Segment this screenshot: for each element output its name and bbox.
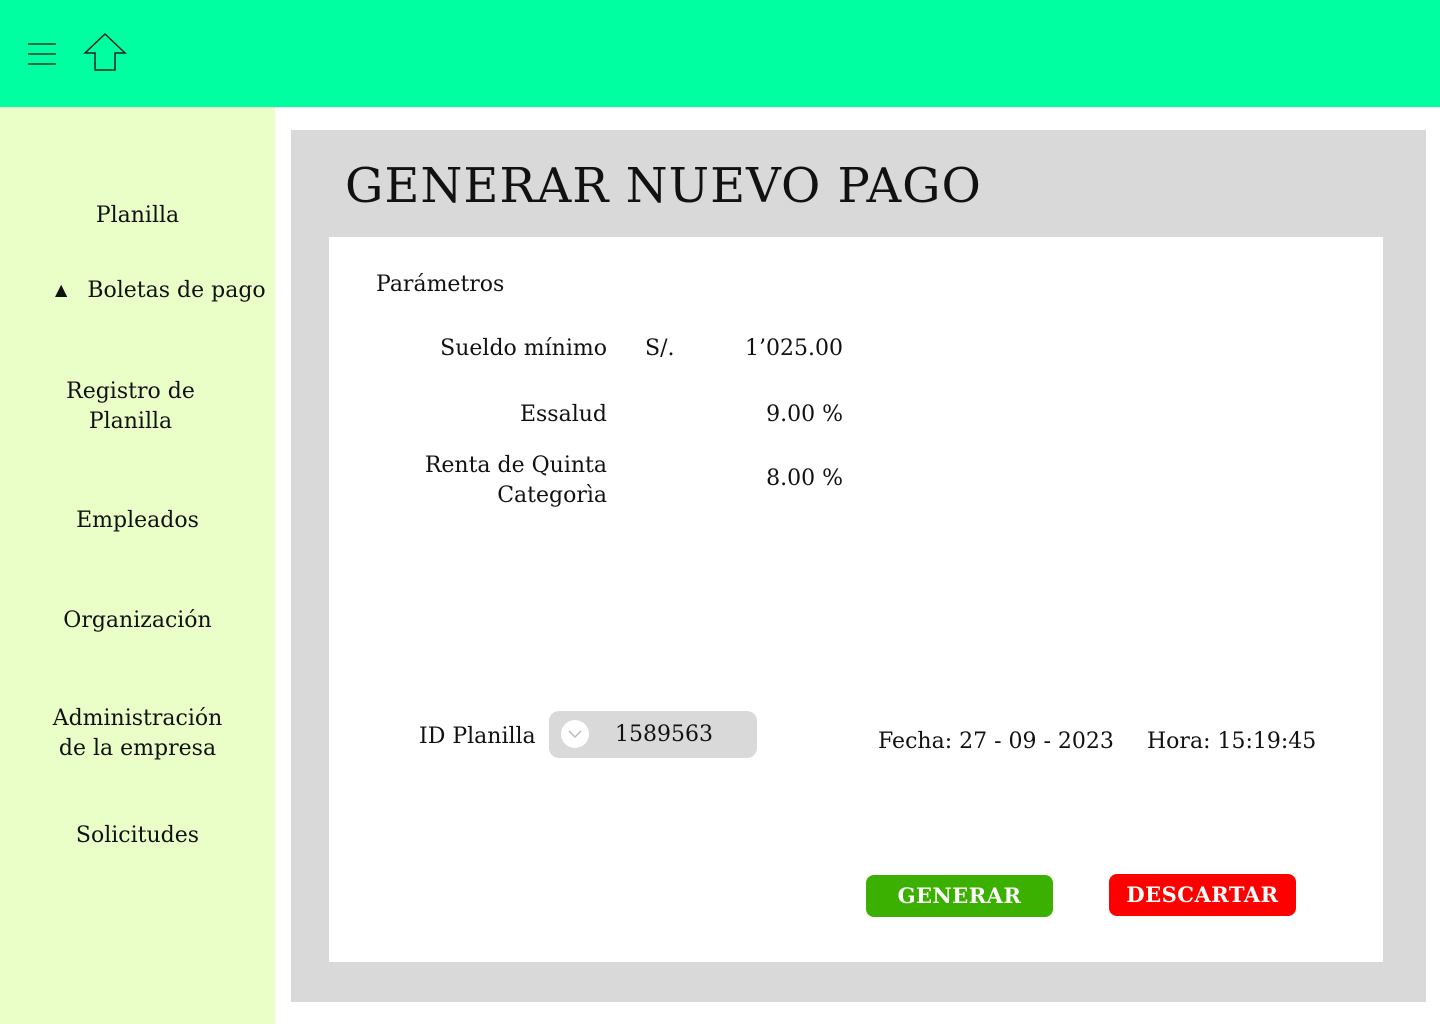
sidebar-item-planilla[interactable]: Planilla [0,171,275,231]
descartar-button[interactable]: DESCARTAR [1109,874,1296,916]
renta-quinta-label: Renta de Quinta Categorìa [424,453,607,508]
sidebar-item-label: Planilla [95,203,180,228]
sidebar-item-label: Empleados [76,508,199,533]
essalud-value: 9.00 % [766,402,843,427]
home-arrow-icon[interactable] [82,32,128,72]
id-planilla-select[interactable]: 1589563 [549,711,757,758]
sidebar-item-label: Registro de Planilla [66,379,195,434]
sidebar-item-label: Boletas de pago [87,278,266,303]
parameters-section-title: Parámetros [376,272,505,297]
fecha-text: Fecha: 27 - 09 - 2023 [878,729,1114,754]
sidebar-item-label: Solicitudes [75,823,200,848]
hora-text: Hora: 15:19:45 [1147,729,1317,754]
sidebar-item-label: Organización [63,608,212,633]
sueldo-minimo-label: Sueldo mínimo [440,336,607,361]
sidebar-item-organizacion[interactable]: Organización [0,576,275,636]
top-header-bar [0,0,1440,107]
sidebar-item-label: Administración de la empresa [52,706,223,761]
chevron-down-icon [561,720,589,748]
sidebar-item-boletas-de-pago[interactable]: ▲ Boletas de pago [0,245,275,306]
renta-quinta-value: 8.00 % [766,466,843,491]
generar-button[interactable]: GENERAR [866,875,1053,917]
sidebar-item-solicitudes[interactable]: Solicitudes [0,791,275,851]
sueldo-minimo-value: 1’025.00 [745,336,843,361]
currency-label: S/. [645,336,675,361]
hamburger-menu-icon[interactable] [28,42,56,66]
sidebar-item-administracion[interactable]: Administración de la empresa [0,674,275,764]
sidebar-item-empleados[interactable]: Empleados [0,476,275,536]
id-planilla-value: 1589563 [615,722,713,747]
id-planilla-label: ID Planilla [419,724,536,749]
essalud-label: Essalud [519,402,607,427]
sidebar-item-registro-de-planilla[interactable]: Registro de Planilla [0,347,268,437]
triangle-up-icon: ▲ [55,280,68,299]
page-title: GENERAR NUEVO PAGO [345,158,982,214]
